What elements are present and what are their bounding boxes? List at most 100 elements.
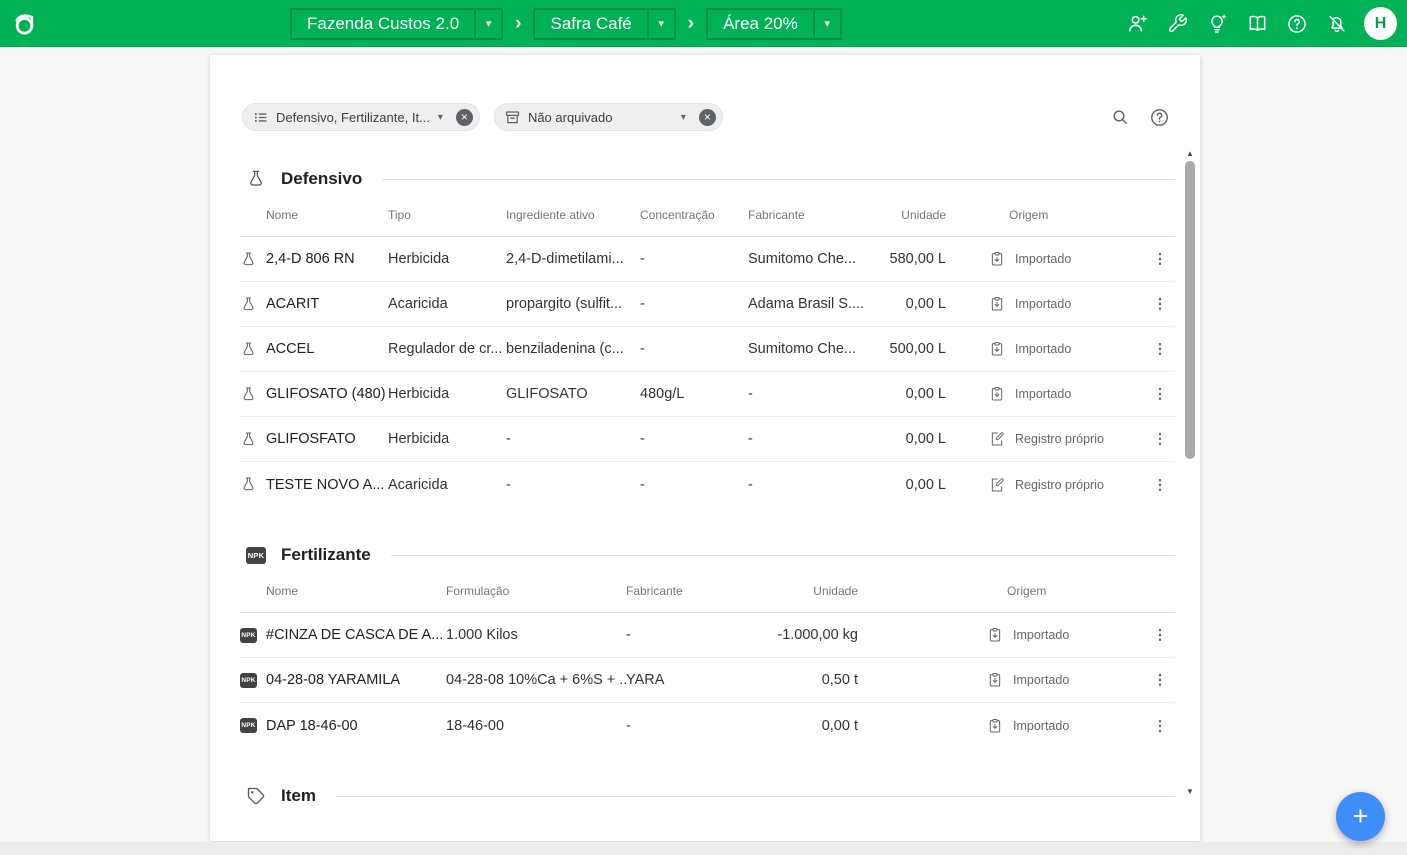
cell: GLIFOSFATO: [266, 431, 388, 447]
column-header: Origem: [987, 208, 1137, 222]
row-menu-button[interactable]: [1145, 385, 1175, 403]
farm-selector[interactable]: Fazenda Custos 2.0 ▾: [290, 8, 503, 40]
cell: Herbicida: [388, 251, 506, 267]
origin-cell: Importado: [985, 672, 1135, 688]
chevron-down-icon[interactable]: ▾: [647, 10, 674, 38]
cell: 2,4-D 806 RN: [266, 251, 388, 267]
tools-button[interactable]: [1164, 11, 1190, 37]
app-logo[interactable]: [5, 5, 43, 43]
cell: benziladenina (c...: [506, 341, 640, 357]
chevron-down-icon[interactable]: ▾: [681, 112, 686, 123]
cell: 1.000 Kilos: [446, 627, 626, 643]
section-header: Defensivo: [240, 169, 1175, 189]
help-icon: [1286, 13, 1308, 35]
row-menu-button[interactable]: [1145, 430, 1175, 448]
table-row[interactable]: 2,4-D 806 RNHerbicida2,4-D-dimetilami...…: [240, 237, 1175, 282]
flask-icon: [240, 296, 266, 313]
flask-icon: [240, 386, 266, 403]
scroll-down-arrow[interactable]: ▼: [1183, 785, 1197, 797]
cell: DAP 18-46-00: [266, 718, 446, 734]
chevron-down-icon[interactable]: ▾: [474, 10, 501, 38]
cell: 0,00 L: [868, 296, 948, 312]
cell: -: [640, 431, 748, 447]
origin-cell: Registro próprio: [987, 477, 1137, 493]
npk-icon: NPK: [246, 547, 266, 564]
table-header-row: NomeTipoIngrediente ativoConcentraçãoFab…: [240, 193, 1175, 237]
top-actions: H: [1124, 7, 1397, 40]
search-icon: [1110, 107, 1130, 127]
row-menu-button[interactable]: [1145, 671, 1175, 689]
column-header: Ingrediente ativo: [506, 208, 640, 222]
npk-icon: NPK: [240, 673, 266, 688]
table-row[interactable]: TESTE NOVO A...Acaricida---0,00 LRegistr…: [240, 462, 1175, 507]
origin-label: Importado: [1013, 628, 1069, 642]
cell: 0,00 t: [765, 718, 860, 734]
cell: -: [506, 477, 640, 493]
page-help-button[interactable]: [1146, 104, 1172, 130]
list-icon: [252, 109, 269, 126]
area-selector[interactable]: Área 20% ▾: [706, 8, 842, 40]
vertical-scrollbar[interactable]: ▲ ▼: [1183, 147, 1197, 797]
cell: 0,00 L: [868, 431, 948, 447]
table-row[interactable]: NPKDAP 18-46-0018-46-00-0,00 tImportado: [240, 703, 1175, 748]
avatar[interactable]: H: [1364, 7, 1397, 40]
own-record-icon: [989, 431, 1005, 447]
scrollbar-thumb[interactable]: [1185, 161, 1195, 459]
inputs-card: Defensivo, Fertilizante, It... ▾ × Não a…: [210, 55, 1200, 841]
origin-cell: Importado: [987, 386, 1137, 402]
row-menu-button[interactable]: [1145, 717, 1175, 735]
tag-icon: [246, 786, 266, 806]
cell: Acaricida: [388, 477, 506, 493]
notifications-off-icon: [1326, 13, 1348, 35]
suggestions-button[interactable]: [1204, 11, 1230, 37]
chevron-down-icon[interactable]: ▾: [813, 10, 840, 38]
cell: Regulador de cr...: [388, 341, 506, 357]
cell: -1.000,00 kg: [765, 627, 860, 643]
row-menu-button[interactable]: [1145, 295, 1175, 313]
season-selector[interactable]: Safra Café ▾: [533, 8, 675, 40]
cell: -: [626, 627, 765, 643]
filter-chip-archived[interactable]: Não arquivado ▾ ×: [494, 103, 723, 131]
import-icon: [989, 386, 1005, 402]
flask-icon: [240, 431, 266, 448]
clear-filter-button[interactable]: ×: [456, 109, 473, 126]
cell: Adama Brasil S....: [748, 296, 868, 312]
table-row[interactable]: GLIFOSATO (480)HerbicidaGLIFOSATO480g/L-…: [240, 372, 1175, 417]
origin-label: Importado: [1013, 673, 1069, 687]
row-menu-button[interactable]: [1145, 476, 1175, 494]
table-row[interactable]: NPK04-28-08 YARAMILA04-28-08 10%Ca + 6%S…: [240, 658, 1175, 703]
search-button[interactable]: [1107, 104, 1133, 130]
cell: Herbicida: [388, 431, 506, 447]
column-header: Unidade: [765, 584, 860, 598]
cell: 0,00 L: [868, 477, 948, 493]
help-button[interactable]: [1284, 11, 1310, 37]
import-icon: [989, 296, 1005, 312]
archive-icon: [504, 109, 521, 126]
clear-filter-button[interactable]: ×: [699, 109, 716, 126]
add-input-fab[interactable]: +: [1336, 792, 1385, 841]
table-row[interactable]: ACARITAcaricidapropargito (sulfit...-Ada…: [240, 282, 1175, 327]
column-header: Concentração: [640, 208, 748, 222]
cell: 2,4-D-dimetilami...: [506, 251, 640, 267]
cell: 04-28-08 YARAMILA: [266, 672, 446, 688]
filter-chip-category[interactable]: Defensivo, Fertilizante, It... ▾ ×: [242, 103, 480, 131]
invite-user-button[interactable]: [1124, 11, 1150, 37]
row-menu-button[interactable]: [1145, 250, 1175, 268]
season-selector-label: Safra Café: [535, 10, 646, 38]
row-menu-button[interactable]: [1145, 340, 1175, 358]
notifications-off-button[interactable]: [1324, 11, 1350, 37]
table-row[interactable]: GLIFOSFATOHerbicida---0,00 LRegistro pró…: [240, 417, 1175, 462]
row-menu-button[interactable]: [1145, 626, 1175, 644]
cell: Herbicida: [388, 386, 506, 402]
cell: GLIFOSATO: [506, 386, 640, 402]
cell: 0,50 t: [765, 672, 860, 688]
scroll-up-arrow[interactable]: ▲: [1183, 147, 1197, 159]
area-selector-label: Área 20%: [708, 10, 813, 38]
filters-row: Defensivo, Fertilizante, It... ▾ × Não a…: [210, 55, 1200, 131]
knowledge-base-button[interactable]: [1244, 11, 1270, 37]
import-icon: [989, 341, 1005, 357]
table-row[interactable]: ACCELRegulador de cr...benziladenina (c.…: [240, 327, 1175, 372]
column-header: Unidade: [868, 208, 948, 222]
table-row[interactable]: NPK#CINZA DE CASCA DE A...1.000 Kilos--1…: [240, 613, 1175, 658]
chevron-down-icon[interactable]: ▾: [438, 112, 443, 123]
